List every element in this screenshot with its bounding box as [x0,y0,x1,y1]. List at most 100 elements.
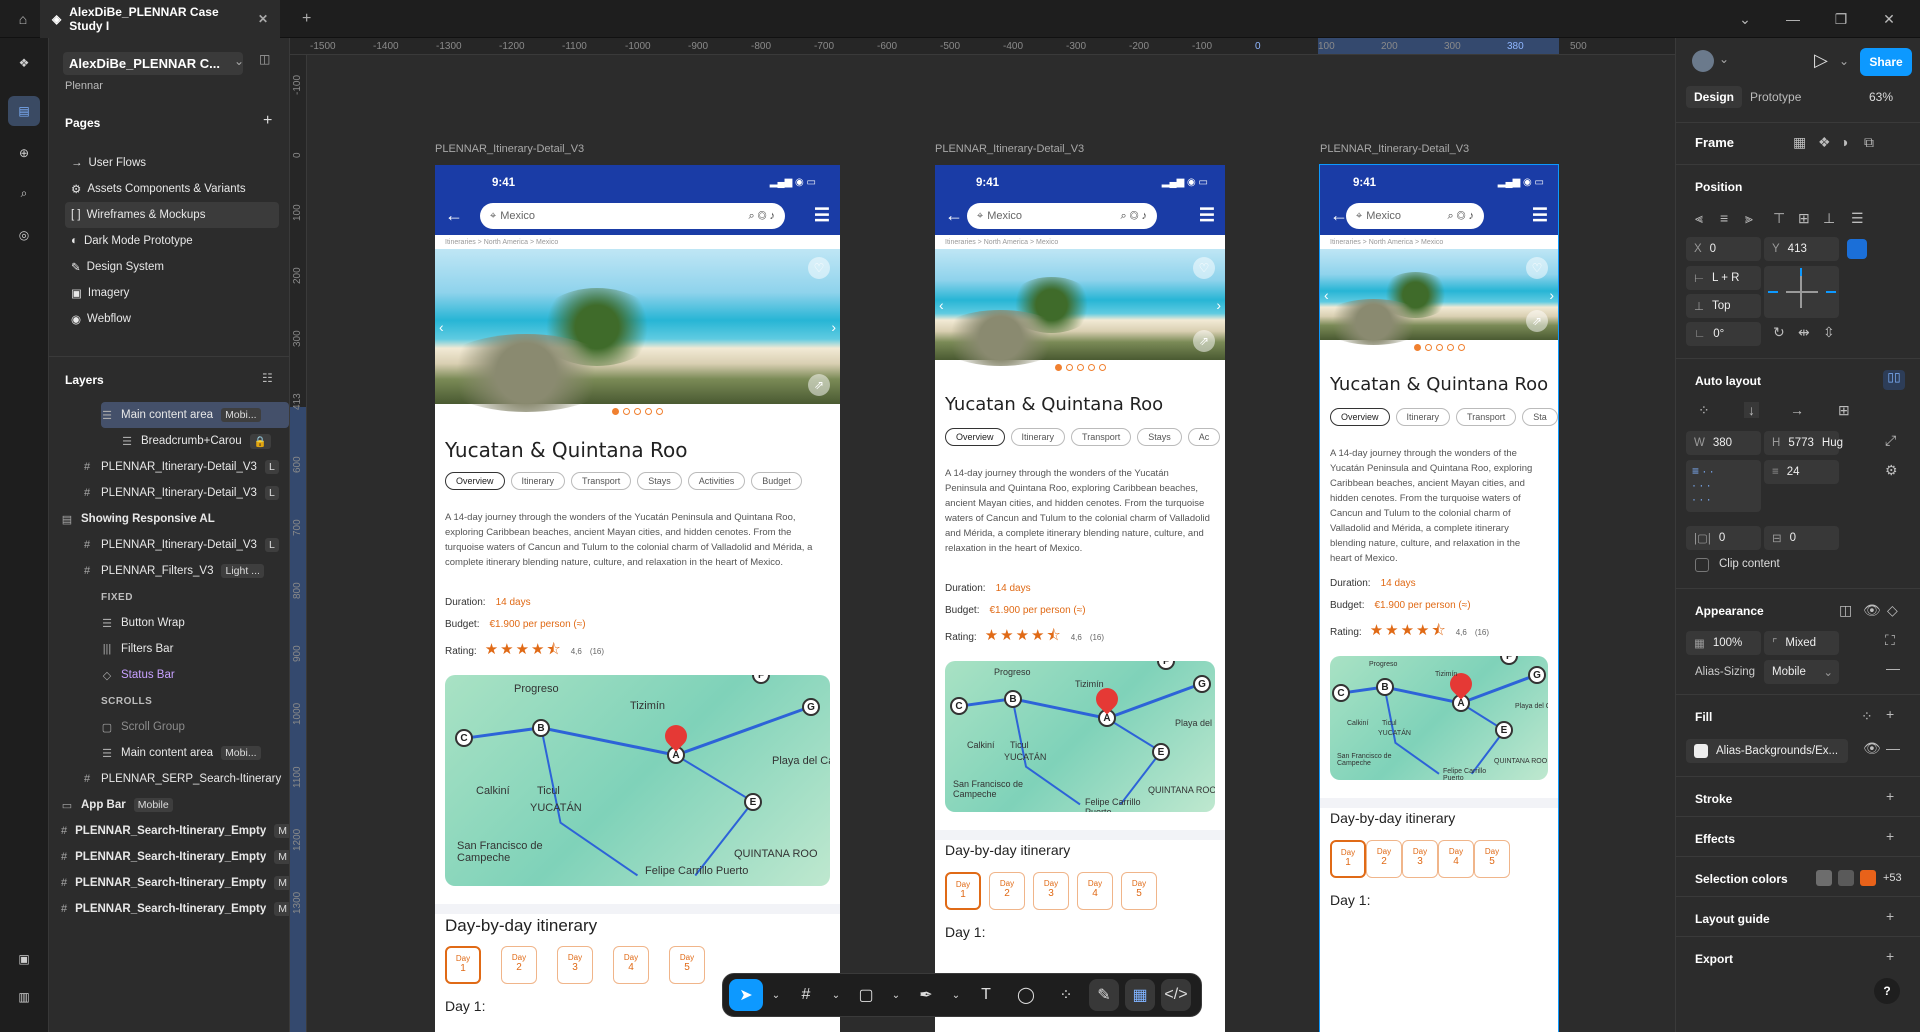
add-effect-icon[interactable]: + [1886,828,1894,844]
file-icon[interactable]: ▤ [8,96,40,126]
ai-icon[interactable]: ▣ [8,944,40,974]
padding-horizontal[interactable]: |▢| 0 [1686,526,1761,550]
hamburger-menu-icon[interactable]: ☰ [1532,205,1548,226]
tab-1[interactable]: Itinerary [1010,428,1066,446]
layer-row[interactable]: # PLENNAR_Search-Itinerary_Empty M [61,844,289,870]
corners-icon[interactable]: ⛶ [1885,632,1895,649]
layer-row[interactable]: ▭ App Bar Mobile [61,792,289,818]
day-card[interactable]: Day 1 [945,872,981,910]
frame-label[interactable]: PLENNAR_Itinerary-Detail_V3 [1320,143,1469,155]
tab-2[interactable]: Transport [1456,408,1517,426]
layer-row[interactable]: ▢ Scroll Group [101,714,289,740]
heart-icon[interactable]: ♡ [808,257,830,279]
plugins-icon[interactable]: ◎ [8,220,40,250]
align-center-icon[interactable]: ≡ [1720,210,1728,226]
day-card[interactable]: Day 3 [1033,872,1069,910]
gap-field[interactable]: ≡ 24 [1764,460,1839,484]
tab-0[interactable]: Overview [1330,408,1390,426]
heart-icon[interactable]: ♡ [1526,257,1548,279]
cursor-icon[interactable]: ➤ [729,979,763,1011]
chevron-down-icon[interactable]: ⌄ [1839,54,1849,68]
search-actions-icon[interactable]: ⌕ ◎ ♪ [749,210,775,223]
selection-swatch[interactable] [1838,870,1854,886]
add-layout-guide-icon[interactable]: + [1886,908,1894,924]
chevron-left-icon[interactable]: ‹ [939,297,944,313]
layer-row[interactable]: ||| Filters Bar [101,636,289,662]
restore-icon[interactable]: ❐ [1818,0,1864,38]
share-button[interactable]: Share [1860,48,1912,76]
map-marker[interactable]: C [950,697,968,715]
add-export-icon[interactable]: + [1886,948,1894,964]
day-card[interactable]: Day 5 [1121,872,1157,910]
day-card[interactable]: Day 3 [557,946,593,984]
frame-tool-icon[interactable]: # [789,979,823,1011]
carousel-dots[interactable] [1320,344,1558,351]
hero-image[interactable]: ♡ ⇗ › ‹ [1320,249,1558,345]
map-marker[interactable]: E [744,793,762,811]
map-marker[interactable]: G [1193,675,1211,693]
chevron-left-icon[interactable]: ‹ [1324,287,1329,303]
blend-icon[interactable]: ◇ [1887,602,1898,619]
search-input[interactable]: ⌖ Mexico ⌕ ◎ ♪ [1346,203,1484,229]
align-right-icon[interactable]: ⫸ [1745,210,1753,227]
search-icon[interactable]: ⌕ [8,178,40,208]
comment-tool-icon[interactable]: ◯ [1009,979,1043,1011]
tab-3[interactable]: Stays [1137,428,1182,446]
back-arrow-icon[interactable]: ← [945,205,963,226]
page-item[interactable]: [ ] Wireframes & Mockups [65,202,279,228]
day-card[interactable]: Day 5 [669,946,705,984]
draw-mode-icon[interactable]: ✎ [1089,979,1119,1011]
vertical-constraint[interactable]: ⊥ Top [1686,294,1761,318]
frame-label[interactable]: PLENNAR_Itinerary-Detail_V3 [935,143,1084,155]
map-marker[interactable]: G [1528,666,1546,684]
phone-frame[interactable]: 9:41 ▂▄▆ ◉ ▭ ← ⌖ Mexico ⌕ ◎ ♪ ☰ Itineraries > N… [435,165,840,1032]
share-icon[interactable]: ⇗ [1193,330,1215,352]
day-card[interactable]: Day 2 [501,946,537,984]
layer-row[interactable]: # PLENNAR_Search-Itinerary_Empty M [61,896,289,922]
search-actions-icon[interactable]: ⌕ ◎ ♪ [1121,210,1147,223]
chevron-right-icon[interactable]: › [1549,287,1554,303]
chevron-right-icon[interactable]: › [1216,297,1221,313]
hamburger-menu-icon[interactable]: ☰ [1199,205,1215,226]
hamburger-menu-icon[interactable]: ☰ [814,205,830,226]
help-button[interactable]: ? [1874,978,1900,1004]
layer-row[interactable]: ☰ Breadcrumb+Carou 🔒 [121,428,289,454]
search-input[interactable]: ⌖ Mexico ⌕ ◎ ♪ [967,203,1157,229]
frame-type[interactable]: Frame [1695,135,1734,150]
route-map[interactable]: C B A E F G Progreso Tizimín Calkiní Ticul YUCATÁN… [1330,656,1548,780]
tab-3[interactable]: Sta [1522,408,1558,426]
breadcrumb[interactable]: Itineraries > North America > Mexico [945,239,1058,246]
rectangle-tool-icon[interactable]: ▢ [849,979,883,1011]
file-name[interactable]: AlexDiBe_PLENNAR C... [63,52,243,75]
share-icon[interactable]: ⇗ [808,374,830,396]
opacity-field[interactable]: ▦ 100% [1686,631,1761,655]
day-card[interactable]: Day 4 [1438,840,1474,878]
x-field[interactable]: X0 [1686,237,1761,261]
avatar[interactable] [1692,50,1714,72]
layer-row[interactable]: ☰ Main content area Mobi... [101,740,289,766]
layer-row[interactable]: ◇ Status Bar [101,662,289,688]
layer-row[interactable]: # PLENNAR_Itinerary-Detail_V3 L [81,480,289,506]
align-middle-icon[interactable]: ⊞ [1798,210,1810,227]
flip-horizontal-icon[interactable]: ⇹ [1798,324,1810,341]
y-field[interactable]: Y 413 [1764,237,1839,261]
distribute-icon[interactable]: ☰ [1851,210,1864,227]
constraints-icon[interactable] [1847,239,1867,259]
settings-icon[interactable]: ⚙ [1885,462,1898,479]
carousel-dots[interactable] [935,364,1225,371]
map-marker[interactable]: B [1376,678,1394,696]
minus-icon[interactable]: — [1886,740,1900,756]
variable-icon[interactable]: ◫ [1839,602,1852,619]
search-actions-icon[interactable]: ⌕ ◎ ♪ [1448,210,1474,223]
hero-image[interactable]: ♡ ⇗ › ‹ [935,249,1225,366]
tab-2[interactable]: Transport [571,472,632,490]
map-marker[interactable]: B [532,719,550,737]
add-stroke-icon[interactable]: + [1886,788,1894,804]
layer-row[interactable]: ▤ Showing Responsive AL [61,506,289,532]
fill-value[interactable]: Alias-Backgrounds/Ex... [1686,739,1848,763]
tab-design[interactable]: Design [1686,86,1743,108]
layer-row[interactable]: # PLENNAR_Itinerary-Detail_V3 L [81,454,289,480]
layer-row[interactable]: # PLENNAR_SERP_Search-Itinerary [81,766,289,792]
day-card[interactable]: Day 2 [989,872,1025,910]
map-marker[interactable]: G [802,698,820,716]
